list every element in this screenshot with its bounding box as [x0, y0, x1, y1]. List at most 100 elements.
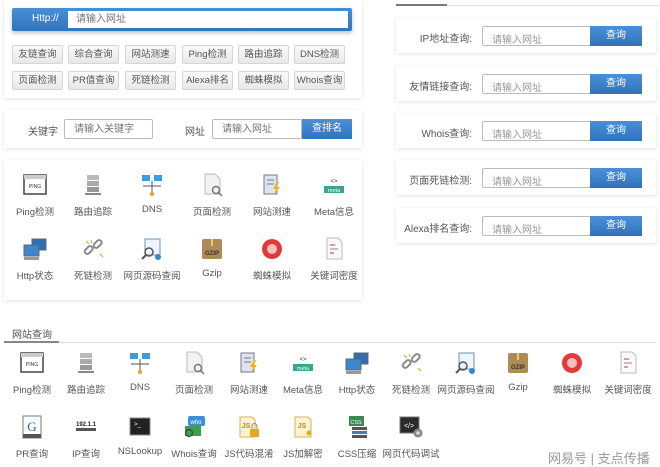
- query-label: Alexa排名查询:: [404, 224, 472, 235]
- query-input-placeholder: 请输入网址: [492, 35, 542, 46]
- tool-meta[interactable]: <> meta Meta信息: [273, 350, 333, 396]
- query-input-placeholder: 请输入网址: [492, 83, 542, 94]
- quick-button[interactable]: Ping检测: [182, 45, 233, 64]
- tool-js-lock[interactable]: JS JS代码混淆: [219, 414, 279, 460]
- spider-icon: [262, 239, 282, 259]
- tool-http-status[interactable]: Http状态: [327, 350, 387, 396]
- tool-speed[interactable]: 网站测速: [219, 350, 279, 396]
- tool-label: NSLookup: [117, 446, 163, 457]
- tab-site-query[interactable]: 网站查询: [12, 326, 52, 341]
- svg-text:JS: JS: [298, 423, 307, 430]
- query-input-placeholder: 请输入网址: [492, 177, 542, 188]
- tool-spider[interactable]: 蜘蛛模拟: [542, 350, 602, 396]
- spider-icon: [562, 353, 582, 373]
- tool-label: Ping检测: [12, 385, 51, 396]
- quick-button[interactable]: 页面检测: [12, 71, 63, 90]
- tool-meta[interactable]: <> meta Meta信息: [304, 172, 364, 218]
- tool-label: Http状态: [338, 385, 376, 396]
- query-input[interactable]: 请输入网址: [482, 74, 591, 94]
- quick-button[interactable]: Alexa排名: [182, 71, 233, 90]
- tool-speed[interactable]: 网站测速: [242, 172, 302, 218]
- url-input[interactable]: [68, 11, 348, 28]
- http-status-icon: [23, 238, 47, 260]
- quick-button[interactable]: 综合查询: [68, 45, 119, 64]
- query-button[interactable]: 查询: [590, 216, 642, 236]
- tool-label: 死链检测: [391, 385, 430, 396]
- tool-keyword-density[interactable]: 关键词密度: [304, 236, 364, 282]
- query-input[interactable]: 请输入网址: [482, 168, 591, 188]
- query-label: 友情链接查询:: [409, 82, 472, 93]
- tool-pr[interactable]: G PR查询: [2, 414, 62, 460]
- svg-text:>_: >_: [134, 422, 142, 428]
- tool-ping[interactable]: PING Ping检测: [2, 350, 62, 396]
- ip-icon: 192.1.1: [76, 422, 97, 431]
- tool-label: Gzip: [508, 382, 528, 393]
- js-lock-icon: JS: [239, 416, 259, 438]
- tool-label: 页面检测: [192, 207, 231, 218]
- query-button[interactable]: 查询: [590, 168, 642, 188]
- query-button[interactable]: 查询: [590, 26, 642, 46]
- tool-ping[interactable]: PING Ping检测: [5, 172, 65, 218]
- tool-server[interactable]: 路由追踪: [56, 350, 116, 396]
- svg-text:GZIP: GZIP: [511, 365, 525, 371]
- svg-text:</>: </>: [404, 423, 414, 430]
- tool-dns[interactable]: DNS: [110, 350, 170, 393]
- quick-button[interactable]: PR值查询: [68, 71, 119, 90]
- query-input-placeholder: 请输入网址: [492, 130, 542, 141]
- tool-label: 网页源码查阅: [437, 385, 495, 396]
- tool-label: DNS: [141, 204, 163, 215]
- dns-icon: [142, 175, 162, 196]
- tool-label: Http状态: [16, 271, 54, 282]
- quick-button[interactable]: 蜘蛛模拟: [238, 71, 289, 90]
- tool-js-key[interactable]: JS JS加解密: [273, 414, 333, 460]
- query-input[interactable]: 请输入网址: [482, 26, 591, 46]
- tool-gzip[interactable]: GZIP Gzip: [182, 236, 242, 279]
- tool-whois[interactable]: who Whois查询: [164, 414, 224, 460]
- http-status-icon: [345, 352, 369, 374]
- quick-button[interactable]: DNS检测: [294, 45, 345, 64]
- tool-page-search[interactable]: 页面检测: [164, 350, 224, 396]
- quick-button[interactable]: 友链查询: [12, 45, 63, 64]
- tool-gzip[interactable]: GZIP Gzip: [488, 350, 548, 393]
- js-key-icon: JS: [294, 416, 312, 438]
- svg-text:PING: PING: [26, 362, 38, 368]
- query-input[interactable]: 请输入网址: [482, 121, 591, 141]
- query-input[interactable]: 请输入网址: [482, 216, 591, 236]
- svg-text:GZIP: GZIP: [205, 251, 219, 257]
- quick-button[interactable]: 路由追踪: [238, 45, 289, 64]
- tool-spider[interactable]: 蜘蛛模拟: [242, 236, 302, 282]
- tool-source-view[interactable]: 网页源码查阅: [122, 236, 182, 282]
- tool-ip[interactable]: 192.1.1 IP查询: [56, 414, 116, 460]
- query-button[interactable]: 查询: [590, 121, 642, 141]
- css-icon: CSS: [349, 416, 367, 438]
- tool-label: 网站测速: [252, 207, 291, 218]
- tool-keyword-density[interactable]: 关键词密度: [598, 350, 658, 396]
- query-input-placeholder: 请输入网址: [492, 225, 542, 236]
- ping-icon: PING: [23, 174, 47, 195]
- tool-broken-link[interactable]: 死链检测: [63, 236, 123, 282]
- tool-page-search[interactable]: 页面检测: [182, 172, 242, 218]
- tool-css[interactable]: CSS CSS压缩: [327, 414, 387, 460]
- gzip-icon: GZIP: [202, 239, 222, 259]
- tool-label: 页面检测: [174, 385, 213, 396]
- quick-button[interactable]: 网站测速: [125, 45, 176, 64]
- svg-text:who: who: [189, 420, 202, 426]
- tool-dns[interactable]: DNS: [122, 172, 182, 215]
- tool-source-view[interactable]: 网页源码查阅: [436, 350, 496, 396]
- rank-url-input[interactable]: [212, 119, 302, 139]
- url-search-bar: Http://: [12, 8, 352, 31]
- tool-broken-link[interactable]: 死链检测: [381, 350, 441, 396]
- tool-label: 路由追踪: [73, 207, 112, 218]
- quick-button[interactable]: Whois查询: [294, 71, 345, 90]
- tool-label: JS代码混淆: [224, 449, 274, 460]
- tool-code-debug[interactable]: </> 网页代码调试: [381, 414, 441, 460]
- tab-active-indicator: [4, 341, 59, 343]
- check-rank-button[interactable]: 查排名: [302, 119, 352, 139]
- quick-button[interactable]: 死链检测: [125, 71, 176, 90]
- tool-http-status[interactable]: Http状态: [5, 236, 65, 282]
- meta-icon: <> meta: [324, 176, 344, 194]
- keyword-input[interactable]: [64, 119, 153, 139]
- tool-server[interactable]: 路由追踪: [63, 172, 123, 218]
- tool-terminal[interactable]: >_ NSLookup: [110, 414, 170, 457]
- query-button[interactable]: 查询: [590, 74, 642, 94]
